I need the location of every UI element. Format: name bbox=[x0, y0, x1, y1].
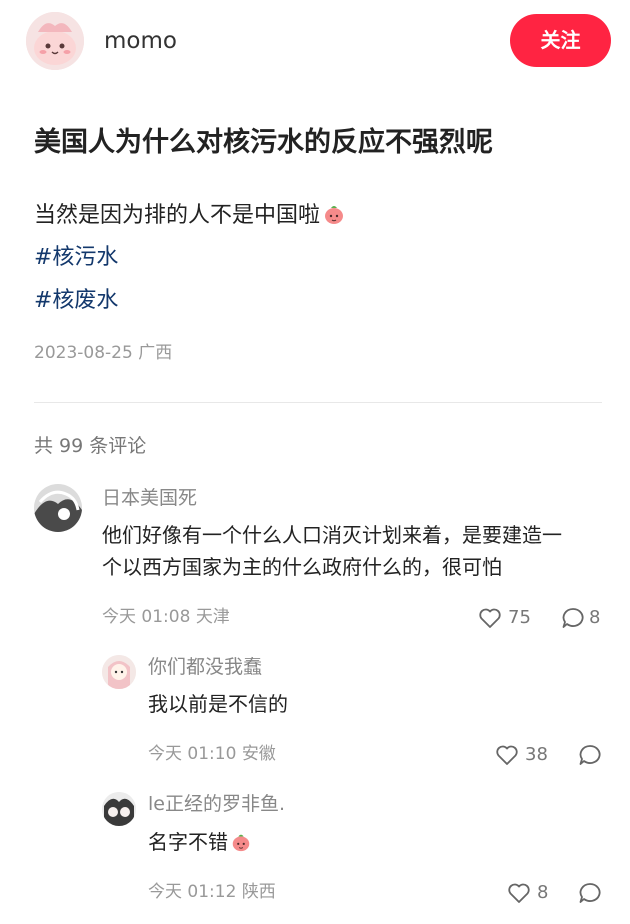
comment-bubble-icon[interactable] bbox=[561, 607, 585, 629]
peach-emoji-icon bbox=[230, 831, 252, 853]
post-body-text: 当然是因为排的人不是中国啦 bbox=[34, 203, 321, 228]
reply-count: 8 bbox=[589, 607, 601, 628]
like-count: 8 bbox=[537, 882, 549, 903]
author-avatar[interactable] bbox=[26, 12, 84, 70]
post-date: 2023-08-25 bbox=[34, 343, 133, 363]
post-location: 广西 bbox=[138, 343, 173, 363]
heart-icon[interactable] bbox=[478, 607, 502, 629]
hashtag-link[interactable]: #核废水 bbox=[34, 283, 118, 319]
avatar[interactable] bbox=[102, 655, 136, 689]
comments-header: 共 99 条评论 bbox=[34, 435, 147, 457]
post-header: momo 关注 bbox=[0, 0, 630, 90]
comment-text: 他们好像有一个什么人口消灭计划来着，是要建造一 bbox=[102, 523, 562, 547]
comment-location: 陕西 bbox=[241, 882, 276, 902]
like-count: 75 bbox=[508, 607, 531, 628]
author-name[interactable]: momo bbox=[104, 26, 177, 56]
avatar[interactable] bbox=[34, 484, 82, 532]
peach-emoji-icon bbox=[322, 202, 346, 226]
hashtag-link[interactable]: #核污水 bbox=[34, 240, 118, 276]
post-meta: 2023-08-25 广西 bbox=[34, 340, 172, 366]
comment-text: 名字不错 bbox=[148, 825, 252, 859]
comment-text: 个以西方国家为主的什么政府什么的，很可怕 bbox=[102, 555, 502, 579]
comment-username[interactable]: 日本美国死 bbox=[102, 485, 197, 511]
comment-location: 安徽 bbox=[241, 744, 276, 764]
comment-time: 今天 01:08 bbox=[102, 607, 191, 627]
post-title: 美国人为什么对核污水的反应不强烈呢 bbox=[34, 127, 493, 158]
heart-icon[interactable] bbox=[507, 882, 531, 904]
comment-meta: 今天 01:10 安徽 bbox=[148, 742, 276, 766]
comment-meta: 今天 01:12 陕西 bbox=[148, 880, 276, 904]
post-body: 当然是因为排的人不是中国啦 bbox=[34, 198, 346, 234]
comment-time: 今天 01:12 bbox=[148, 882, 237, 902]
comment-username[interactable]: 你们都没我蠢 bbox=[148, 654, 262, 680]
avatar[interactable] bbox=[102, 792, 136, 826]
heart-icon[interactable] bbox=[495, 744, 519, 766]
comment-text-value: 名字不错 bbox=[148, 830, 228, 854]
comment-time: 今天 01:10 bbox=[148, 744, 237, 764]
follow-button[interactable]: 关注 bbox=[510, 14, 611, 67]
like-count: 38 bbox=[525, 744, 548, 765]
comment-location: 天津 bbox=[195, 607, 230, 627]
comment-username[interactable]: le正经的罗非鱼. bbox=[148, 791, 285, 817]
comment-text: 我以前是不信的 bbox=[148, 692, 288, 716]
comment-meta: 今天 01:08 天津 bbox=[102, 605, 230, 629]
comment-bubble-icon[interactable] bbox=[578, 744, 602, 766]
divider bbox=[34, 402, 602, 403]
comment-bubble-icon[interactable] bbox=[578, 882, 602, 904]
